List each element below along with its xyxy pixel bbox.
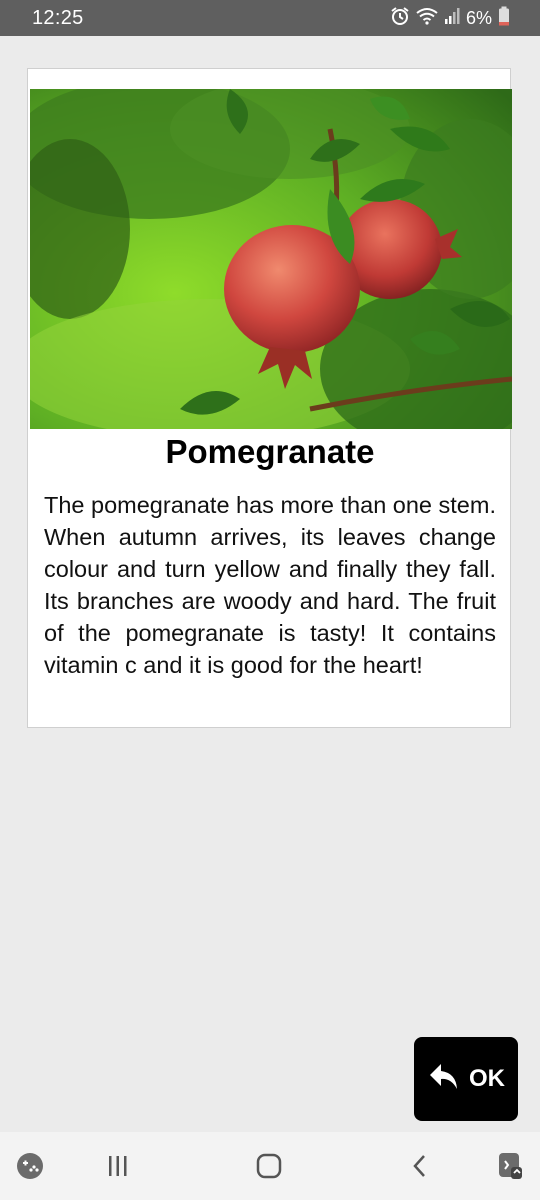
alarm-icon [390,6,410,31]
recent-apps-icon[interactable] [102,1150,134,1182]
card-title: Pomegranate [165,433,375,470]
battery-percent: 6% [465,7,492,28]
home-icon[interactable] [253,1150,285,1182]
navigation-bar [0,1132,540,1200]
signal-icon [444,7,460,30]
ok-button[interactable]: OK [414,1037,518,1121]
game-launcher-icon[interactable] [14,1150,46,1182]
status-icons: 6% [390,6,510,30]
back-icon[interactable] [404,1150,436,1182]
battery-icon [498,6,510,31]
reply-arrow-icon [427,1061,461,1098]
wifi-icon [416,7,438,30]
ok-label: OK [469,1065,505,1092]
assistant-icon[interactable] [494,1150,526,1182]
pomegranate-photo [30,89,512,429]
status-time: 12:25 [32,7,84,29]
card-description: The pomegranate has more than one stem. … [44,492,496,678]
status-bar: 12:25 6% [0,0,540,36]
info-card: Pomegranate The pomegranate has more tha… [27,68,512,728]
